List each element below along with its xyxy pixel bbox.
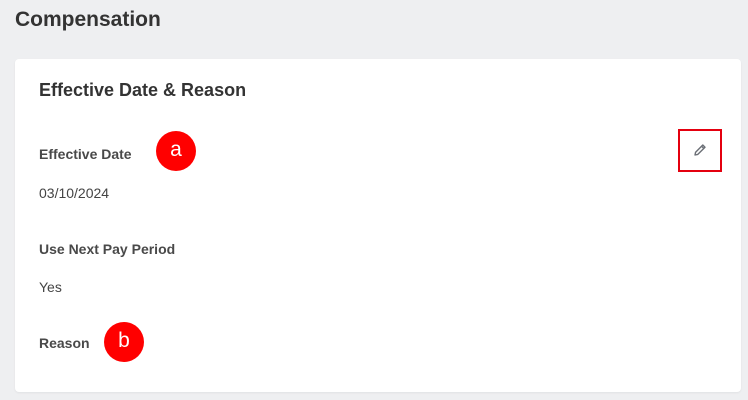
card-title: Effective Date & Reason bbox=[39, 80, 247, 100]
effective-date-label: Effective Date bbox=[39, 146, 132, 162]
reason-label: Reason bbox=[39, 335, 90, 351]
pencil-icon bbox=[694, 144, 706, 156]
use-next-pay-period-value: Yes bbox=[39, 279, 62, 295]
annotation-marker-b: b bbox=[104, 322, 144, 362]
annotation-marker-a: a bbox=[156, 131, 196, 171]
effective-date-value: 03/10/2024 bbox=[39, 185, 110, 201]
effective-date-reason-card: Effective Date & Reason Effective Date a… bbox=[15, 59, 741, 392]
edit-button[interactable] bbox=[684, 134, 716, 166]
page-title: Compensation bbox=[15, 8, 161, 31]
use-next-pay-period-label: Use Next Pay Period bbox=[39, 241, 176, 257]
